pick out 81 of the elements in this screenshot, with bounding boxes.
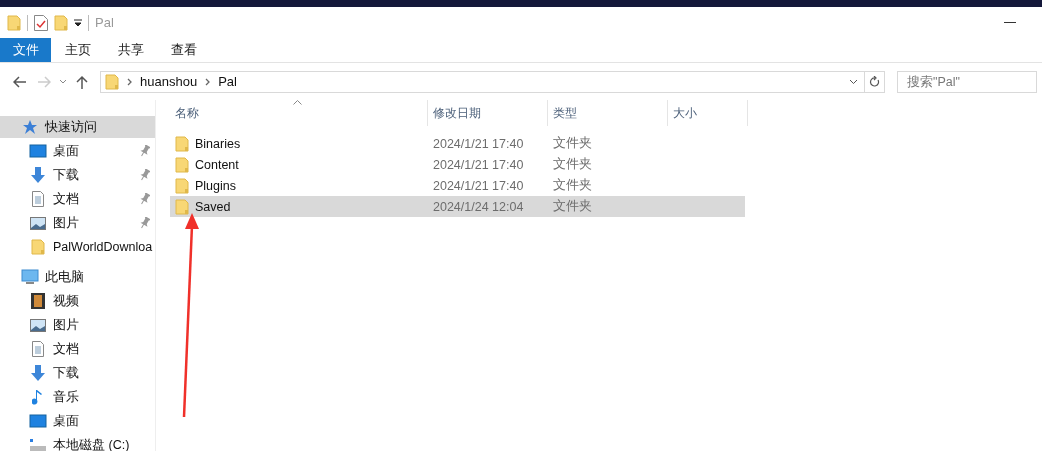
pin-icon[interactable]: [140, 169, 150, 181]
ribbon-tab[interactable]: 共享: [104, 38, 157, 62]
file-row[interactable]: Binaries 2024/1/21 17:40 文件夹: [170, 133, 745, 154]
nav-item[interactable]: 本地磁盘 (C:): [53, 436, 130, 451]
document-icon: [32, 341, 44, 357]
breadcrumb[interactable]: huanshou: [140, 74, 198, 89]
ribbon-tab[interactable]: 查看: [157, 38, 210, 62]
checklist-icon[interactable]: [34, 14, 48, 31]
type-cell: 文件夹: [553, 156, 592, 173]
column-header[interactable]: 类型: [548, 100, 668, 126]
breadcrumb[interactable]: Pal: [218, 74, 237, 89]
file-row[interactable]: Plugins 2024/1/21 17:40 文件夹: [170, 175, 745, 196]
type-cell: 文件夹: [553, 198, 592, 215]
folder-icon: [175, 177, 189, 194]
column-header[interactable]: 修改日期: [428, 100, 548, 126]
type-cell: 文件夹: [553, 135, 592, 152]
window-title: Pal: [95, 15, 114, 30]
column-header[interactable]: 名称: [170, 100, 428, 126]
new-folder-icon: [54, 14, 68, 31]
nav-label: 快速访问: [45, 118, 97, 136]
ribbon-tab[interactable]: 主页: [51, 38, 104, 62]
folder-icon: [175, 198, 189, 215]
up-icon[interactable]: [76, 74, 88, 89]
picture-icon: [30, 318, 46, 332]
column-header[interactable]: 大小: [668, 100, 748, 126]
desktop-icon: [29, 144, 47, 158]
nav-item[interactable]: 音乐: [53, 388, 79, 406]
address-bar[interactable]: huanshou Pal: [100, 70, 865, 93]
file-name: Plugins: [195, 178, 236, 193]
nav-item[interactable]: 图片: [53, 316, 79, 334]
chevron-right-icon[interactable]: [127, 77, 132, 86]
download-icon: [30, 365, 46, 381]
chevron-down-icon[interactable]: [849, 78, 858, 85]
nav-label: 此电脑: [45, 268, 84, 286]
sort-caret-icon: [293, 100, 302, 105]
date-cell: 2024/1/21 17:40: [433, 178, 524, 193]
nav-item[interactable]: PalWorldDownloa: [53, 240, 153, 254]
nav-item[interactable]: 下载: [53, 166, 79, 184]
nav-item[interactable]: 文档: [53, 340, 79, 358]
type-cell: 文件夹: [553, 177, 592, 194]
nav-item[interactable]: 文档: [53, 190, 79, 208]
pin-icon[interactable]: [140, 145, 150, 157]
file-row[interactable]: Content 2024/1/21 17:40 文件夹: [170, 154, 745, 175]
drive-icon: [29, 438, 47, 451]
date-cell: 2024/1/21 17:40: [433, 157, 524, 172]
folder-icon: [31, 239, 45, 255]
back-icon[interactable]: [13, 75, 27, 88]
picture-icon: [30, 216, 46, 230]
nav-item[interactable]: 图片: [53, 214, 79, 232]
folder-icon: [7, 14, 21, 31]
nav-item[interactable]: 下载: [53, 364, 79, 382]
dropdown-icon[interactable]: [74, 18, 82, 27]
nav-item[interactable]: 桌面: [53, 142, 79, 160]
folder-icon: [175, 135, 189, 152]
film-icon: [31, 293, 45, 309]
nav-item[interactable]: 桌面: [53, 412, 79, 430]
nav-item[interactable]: 快速访问: [0, 116, 155, 138]
folder-icon: [105, 73, 119, 90]
star-icon: [22, 119, 38, 135]
ribbon-tab[interactable]: 文件: [0, 38, 51, 62]
refresh-button[interactable]: [865, 70, 885, 93]
nav-item[interactable]: 视频: [53, 292, 79, 310]
file-name: Content: [195, 157, 239, 172]
search-field[interactable]: 搜索"Pal": [897, 70, 1037, 93]
pin-icon[interactable]: [140, 217, 150, 229]
nav-item[interactable]: 此电脑: [0, 266, 155, 288]
file-name: Saved: [195, 199, 231, 214]
chevron-right-icon[interactable]: [205, 77, 211, 86]
folder-icon: [175, 156, 189, 173]
file-row[interactable]: Saved 2024/1/24 12:04 文件夹: [170, 196, 745, 217]
desktop-icon: [29, 414, 47, 428]
chevron-down-icon[interactable]: [59, 79, 67, 84]
document-icon: [32, 191, 44, 207]
download-icon: [30, 167, 46, 183]
pin-icon[interactable]: [140, 193, 150, 205]
computer-icon: [21, 269, 39, 285]
refresh-icon: [869, 75, 880, 88]
date-cell: 2024/1/24 12:04: [433, 199, 524, 214]
file-name: Binaries: [195, 136, 241, 151]
date-cell: 2024/1/21 17:40: [433, 136, 524, 151]
music-note-icon: [32, 389, 44, 405]
